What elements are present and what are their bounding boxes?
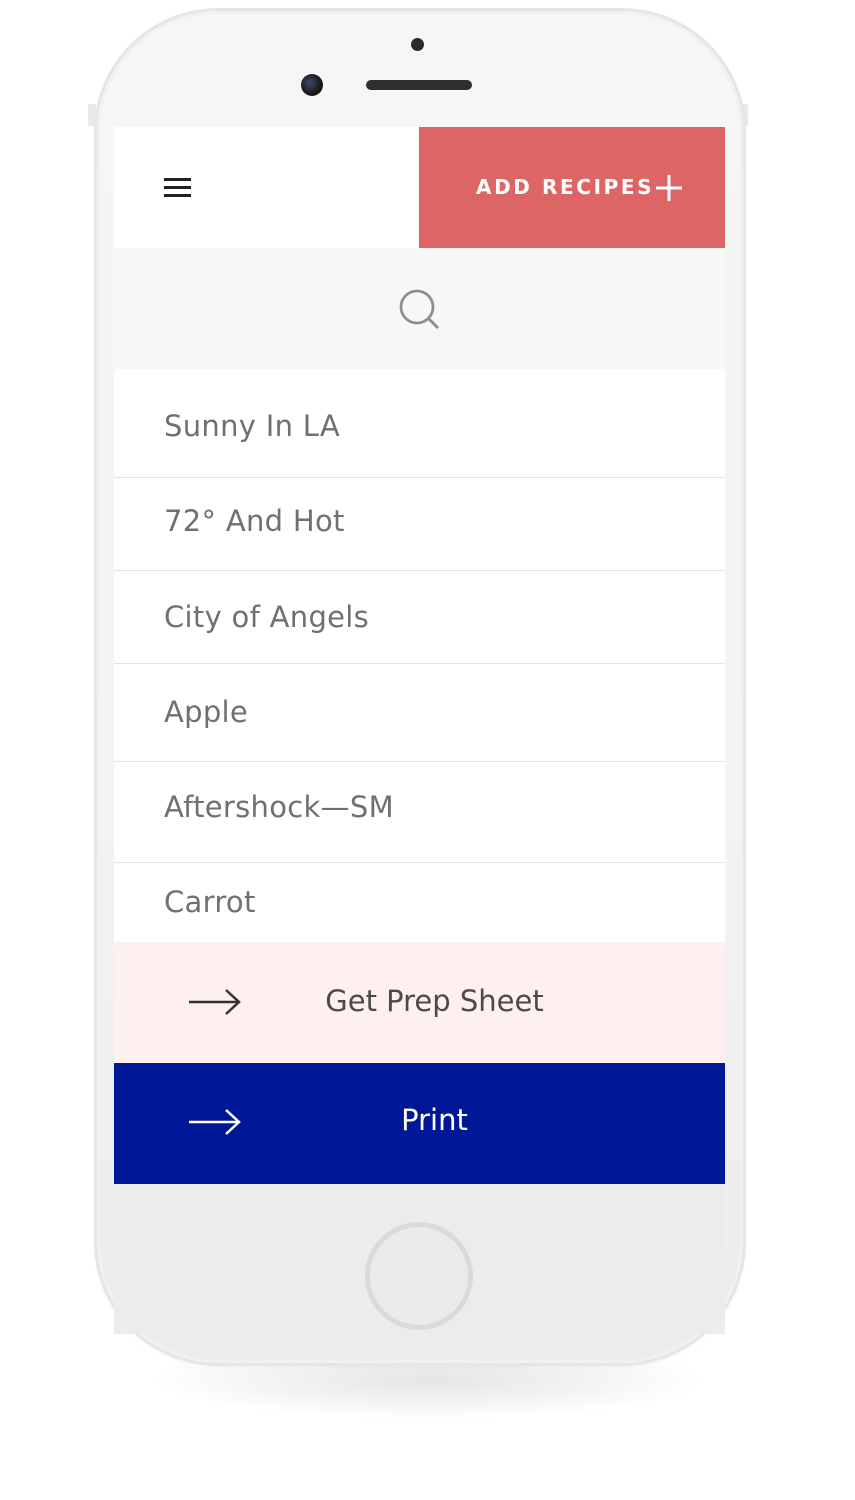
add-recipes-button[interactable]: ADD RECIPES [419,127,725,248]
recipe-name: City of Angels [164,600,370,634]
front-camera [301,74,323,96]
app-screen: ADD RECIPES Sunny In LA 72° And Hot City… [114,127,725,1184]
plus-icon [656,175,682,201]
home-button[interactable] [365,1222,473,1330]
add-recipes-label: ADD RECIPES [476,175,655,199]
top-bar: ADD RECIPES [114,127,725,248]
list-item[interactable]: 72° And Hot [114,478,725,571]
get-prep-sheet-label: Get Prep Sheet [325,984,544,1018]
recipe-name: Sunny In LA [164,409,341,443]
power-button [740,104,748,126]
earpiece-speaker [366,80,472,90]
print-label: Print [401,1103,468,1137]
proximity-sensor [411,38,424,51]
recipe-name: Aftershock—SM [164,790,394,824]
hamburger-icon[interactable] [163,176,193,200]
recipe-name: 72° And Hot [164,504,345,538]
print-button[interactable]: Print [114,1063,725,1184]
get-prep-sheet-button[interactable]: Get Prep Sheet [114,942,725,1063]
list-item[interactable]: City of Angels [114,571,725,664]
mute-switch [88,104,96,126]
recipe-name: Apple [164,695,249,729]
recipe-name: Carrot [164,885,256,919]
list-item[interactable]: Carrot [114,863,725,943]
list-item[interactable]: Apple [114,664,725,762]
list-item[interactable]: Sunny In LA [114,369,725,478]
list-item[interactable]: Aftershock—SM [114,762,725,863]
search-icon[interactable] [398,288,442,332]
